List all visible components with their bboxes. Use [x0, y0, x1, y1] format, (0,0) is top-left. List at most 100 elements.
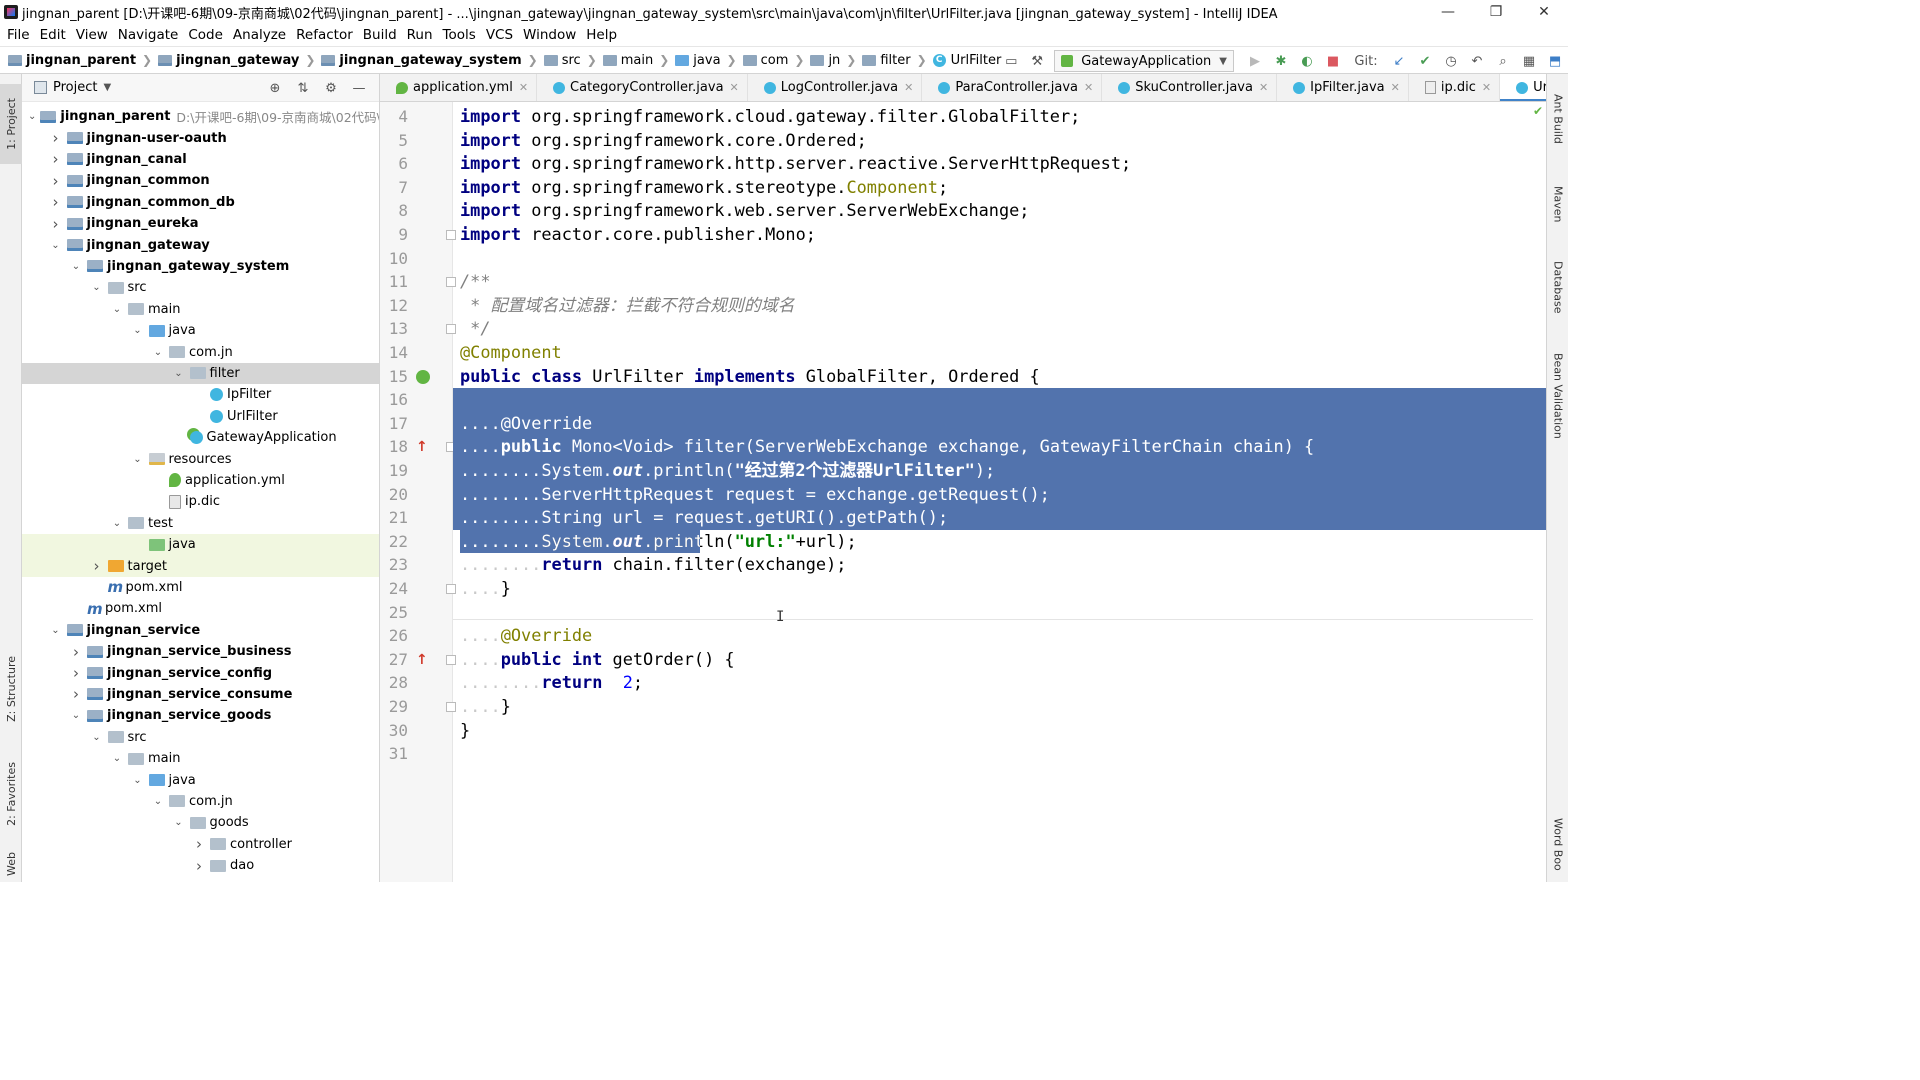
close-icon[interactable]: ✕	[1259, 81, 1268, 94]
editor-tab[interactable]: application.yml ✕	[380, 74, 538, 101]
maximize-button[interactable]: ❐	[1472, 0, 1520, 24]
chevron-right-icon[interactable]: ›	[69, 643, 83, 661]
chevron-down-icon[interactable]: ⌄	[110, 753, 124, 764]
tree-node[interactable]: ⌄ test	[22, 513, 379, 534]
menu-refactor[interactable]: Refactor	[291, 27, 358, 43]
settings-folder-icon[interactable]: ▦	[1516, 50, 1542, 72]
tree-node[interactable]: ›mpom.xml	[22, 598, 379, 619]
close-button[interactable]: ✕	[1520, 0, 1568, 24]
tree-node[interactable]: ›application.yml	[22, 470, 379, 491]
vcs-commit-icon[interactable]: ✔	[1412, 50, 1438, 72]
project-panel-title[interactable]: Project	[53, 80, 97, 95]
tool-window-tab-web[interactable]: Web	[0, 849, 22, 879]
chevron-down-icon[interactable]: ⌄	[131, 775, 145, 786]
close-icon[interactable]: ✕	[1482, 81, 1491, 94]
tree-node[interactable]: › jingnan-user-oauth	[22, 127, 379, 148]
chevron-right-icon[interactable]: ›	[49, 129, 63, 147]
tree-node[interactable]: ⌄ jingnan_service	[22, 620, 379, 641]
spring-bean-icon[interactable]	[416, 369, 430, 384]
menu-build[interactable]: Build	[358, 27, 402, 43]
tree-node[interactable]: ⌄ com.jn	[22, 791, 379, 812]
tool-window-tab-favorites[interactable]: 2: Favorites	[0, 754, 22, 834]
menu-vcs[interactable]: VCS	[481, 27, 518, 43]
breadcrumb-item[interactable]: UrlFilter	[951, 53, 1002, 68]
tree-node[interactable]: ›UrlFilter	[22, 406, 379, 427]
tree-node[interactable]: ⌄ src	[22, 277, 379, 298]
close-icon[interactable]: ✕	[730, 81, 739, 94]
code-line[interactable]: */	[453, 317, 1546, 341]
close-icon[interactable]: ✕	[1391, 81, 1400, 94]
run-configuration-selector[interactable]: GatewayApplication ▼	[1054, 50, 1234, 72]
chevron-down-icon[interactable]: ⌄	[69, 710, 83, 721]
account-icon[interactable]: ⬒	[1542, 50, 1568, 72]
chevron-right-icon[interactable]: ›	[90, 557, 104, 575]
tool-window-tab-structure[interactable]: Z: Structure	[0, 649, 22, 729]
code-line[interactable]: ....public Mono<Void> filter(ServerWebEx…	[453, 435, 1546, 459]
tree-node[interactable]: ⌄ filter	[22, 362, 379, 385]
menu-window[interactable]: Window	[518, 27, 581, 43]
code-line[interactable]: ........System.out.println("url:"+url);.…	[453, 529, 1546, 554]
menu-edit[interactable]: Edit	[35, 27, 71, 43]
tree-node[interactable]: ›java	[22, 534, 379, 556]
chevron-down-icon[interactable]: ⌄	[151, 796, 165, 807]
stop-icon[interactable]: ■	[1320, 50, 1346, 72]
tree-node[interactable]: ⌄ java	[22, 320, 379, 341]
code-line[interactable]: ....}	[453, 577, 1546, 601]
code-line[interactable]: /**	[453, 270, 1546, 294]
code-line[interactable]	[453, 247, 1546, 271]
code-line[interactable]: import org.springframework.core.Ordered;	[453, 129, 1546, 153]
tree-node[interactable]: ⌄ java	[22, 769, 379, 790]
chevron-down-icon[interactable]: ⌄	[49, 240, 63, 251]
code-line[interactable]: import org.springframework.cloud.gateway…	[453, 105, 1546, 129]
tree-node[interactable]: › dao	[22, 855, 379, 876]
tree-node[interactable]: ›GatewayApplication	[22, 427, 379, 448]
code-line[interactable]: ....@Override	[453, 624, 1546, 648]
chevron-right-icon[interactable]: ›	[69, 664, 83, 682]
tree-node[interactable]: ⌄ jingnan_service_goods	[22, 705, 379, 726]
history-icon[interactable]: ◷	[1438, 50, 1464, 72]
tree-node[interactable]: ⌄ jingnan_parent D:\开课吧-6期\09-京南商城\02代码\ji…	[22, 106, 379, 127]
menu-analyze[interactable]: Analyze	[228, 27, 291, 43]
tree-node[interactable]: ⌄ main	[22, 748, 379, 769]
editor-tab[interactable]: CategoryController.java ✕	[537, 74, 748, 101]
chevron-down-icon[interactable]: ⌄	[151, 347, 165, 358]
tree-node[interactable]: ⌄ com.jn	[22, 341, 379, 362]
chevron-down-icon[interactable]: ⌄	[131, 325, 145, 336]
project-structure-icon[interactable]: ▭	[998, 50, 1024, 72]
editor-tab[interactable]: UrlFilter.java✕	[1500, 74, 1546, 101]
gear-icon[interactable]: ⚙	[317, 81, 345, 96]
chevron-down-icon[interactable]: ⌄	[172, 368, 186, 379]
tree-node[interactable]: ⌄ resources	[22, 448, 379, 469]
tree-node[interactable]: › jingnan_service_business	[22, 641, 379, 662]
breadcrumb-item[interactable]: com	[761, 53, 789, 68]
minimize-button[interactable]: —	[1424, 0, 1472, 24]
tree-node[interactable]: › jingnan_common_db	[22, 192, 379, 213]
tree-node[interactable]: › jingnan_eureka	[22, 213, 379, 234]
chevron-right-icon[interactable]: ›	[69, 685, 83, 703]
code-line[interactable]	[453, 388, 1546, 412]
breadcrumb-item[interactable]: jingnan_gateway	[176, 53, 299, 68]
close-icon[interactable]: ✕	[904, 81, 913, 94]
code-line[interactable]: ........System.out.println("经过第2个过滤器UrlF…	[453, 459, 1546, 483]
breadcrumb-item[interactable]: jingnan_parent	[26, 53, 136, 68]
chevron-down-icon[interactable]: ⌄	[69, 261, 83, 272]
tree-node[interactable]: ›IpFilter	[22, 384, 379, 405]
menu-tools[interactable]: Tools	[438, 27, 481, 43]
chevron-right-icon[interactable]: ›	[49, 193, 63, 211]
tree-node[interactable]: ⌄ src	[22, 727, 379, 748]
breadcrumb-item[interactable]: jn	[828, 53, 840, 68]
close-icon[interactable]: ✕	[1084, 81, 1093, 94]
run-icon[interactable]: ▶	[1242, 50, 1268, 72]
close-icon[interactable]: ✕	[519, 81, 528, 94]
tool-window-tab-project[interactable]: 1: Project	[0, 84, 22, 164]
breadcrumb-item[interactable]: java	[693, 53, 720, 68]
chevron-down-icon[interactable]: ⌄	[131, 454, 145, 465]
tool-window-tab-word-book[interactable]: Word Boo	[1547, 814, 1569, 874]
code-line[interactable]: @Component	[453, 341, 1546, 365]
tree-node[interactable]: ⌄ goods	[22, 812, 379, 833]
code-line[interactable]: ....}	[453, 695, 1546, 719]
tool-window-tab-bean-validation[interactable]: Bean Validation	[1547, 346, 1569, 446]
menu-help[interactable]: Help	[581, 27, 622, 43]
code-line[interactable]: import org.springframework.web.server.Se…	[453, 199, 1546, 223]
menu-run[interactable]: Run	[402, 27, 438, 43]
